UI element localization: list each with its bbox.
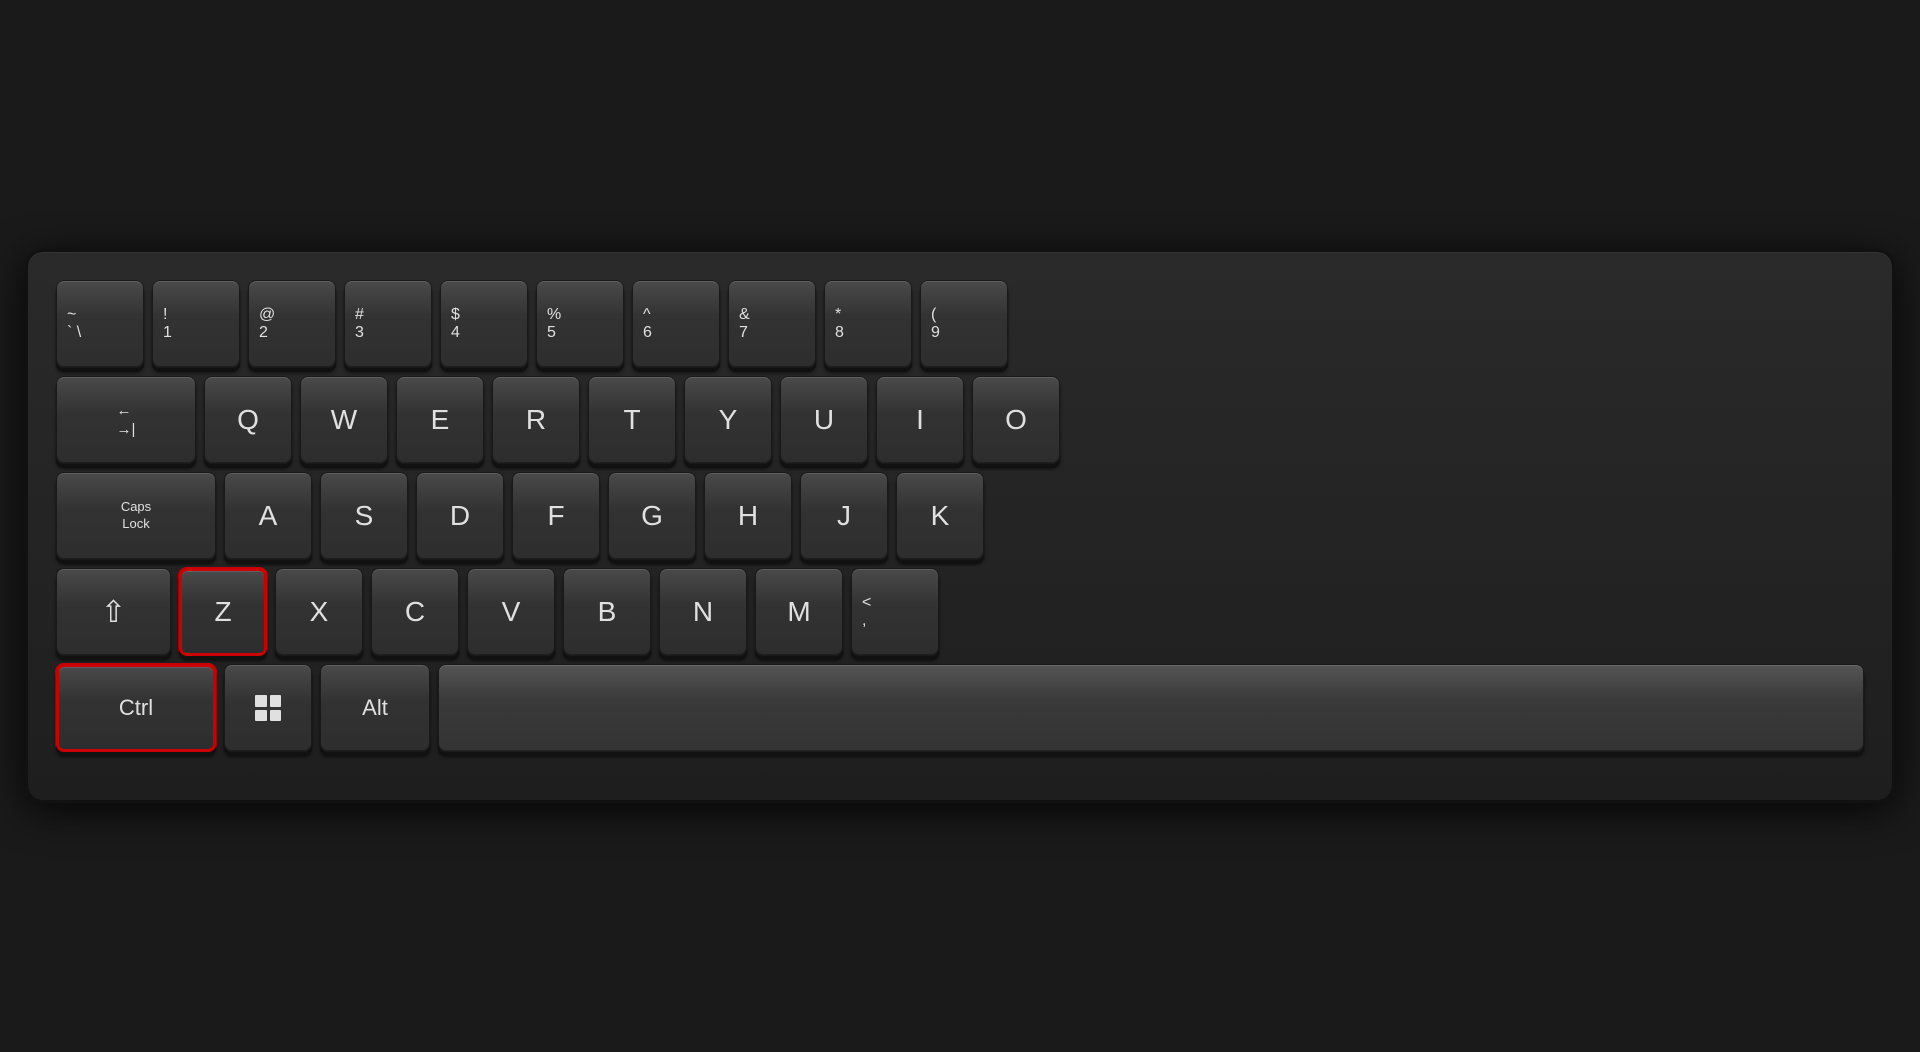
key-comma[interactable]: < , bbox=[851, 568, 939, 656]
zxcv-row: ⇧ Z X C V B N M < , bbox=[56, 568, 1864, 656]
number-row: ~ ` \ ! 1 @ 2 # 3 $ 4 % 5 ^ 6 & 7 bbox=[56, 280, 1864, 368]
key-k[interactable]: K bbox=[896, 472, 984, 560]
key-h[interactable]: H bbox=[704, 472, 792, 560]
key-3[interactable]: # 3 bbox=[344, 280, 432, 368]
key-shift-left[interactable]: ⇧ bbox=[56, 568, 171, 656]
key-space[interactable] bbox=[438, 664, 1864, 752]
key-f[interactable]: F bbox=[512, 472, 600, 560]
key-2[interactable]: @ 2 bbox=[248, 280, 336, 368]
key-7[interactable]: & 7 bbox=[728, 280, 816, 368]
key-n[interactable]: N bbox=[659, 568, 747, 656]
key-v[interactable]: V bbox=[467, 568, 555, 656]
key-z[interactable]: Z bbox=[179, 568, 267, 656]
key-caps-lock[interactable]: CapsLock bbox=[56, 472, 216, 560]
key-t[interactable]: T bbox=[588, 376, 676, 464]
key-6[interactable]: ^ 6 bbox=[632, 280, 720, 368]
key-o[interactable]: O bbox=[972, 376, 1060, 464]
key-4[interactable]: $ 4 bbox=[440, 280, 528, 368]
key-i[interactable]: I bbox=[876, 376, 964, 464]
key-x[interactable]: X bbox=[275, 568, 363, 656]
key-9[interactable]: ( 9 bbox=[920, 280, 1008, 368]
windows-icon bbox=[255, 695, 281, 721]
key-y[interactable]: Y bbox=[684, 376, 772, 464]
asdf-row: CapsLock A S D F G H J K bbox=[56, 472, 1864, 560]
key-s[interactable]: S bbox=[320, 472, 408, 560]
key-r[interactable]: R bbox=[492, 376, 580, 464]
key-ctrl[interactable]: Ctrl bbox=[56, 664, 216, 752]
key-c[interactable]: C bbox=[371, 568, 459, 656]
bottom-row: Ctrl Alt bbox=[56, 664, 1864, 752]
key-8[interactable]: * 8 bbox=[824, 280, 912, 368]
key-b[interactable]: B bbox=[563, 568, 651, 656]
key-1[interactable]: ! 1 bbox=[152, 280, 240, 368]
key-backtick[interactable]: ~ ` \ bbox=[56, 280, 144, 368]
key-alt[interactable]: Alt bbox=[320, 664, 430, 752]
key-tab[interactable]: ← →| bbox=[56, 376, 196, 464]
key-5[interactable]: % 5 bbox=[536, 280, 624, 368]
keyboard: ~ ` \ ! 1 @ 2 # 3 $ 4 % 5 ^ 6 & 7 bbox=[25, 249, 1895, 803]
qwerty-row: ← →| Q W E R T Y U I O bbox=[56, 376, 1864, 464]
key-g[interactable]: G bbox=[608, 472, 696, 560]
key-w[interactable]: W bbox=[300, 376, 388, 464]
key-q[interactable]: Q bbox=[204, 376, 292, 464]
key-u[interactable]: U bbox=[780, 376, 868, 464]
key-a[interactable]: A bbox=[224, 472, 312, 560]
key-d[interactable]: D bbox=[416, 472, 504, 560]
key-win[interactable] bbox=[224, 664, 312, 752]
key-j[interactable]: J bbox=[800, 472, 888, 560]
key-e[interactable]: E bbox=[396, 376, 484, 464]
key-m[interactable]: M bbox=[755, 568, 843, 656]
